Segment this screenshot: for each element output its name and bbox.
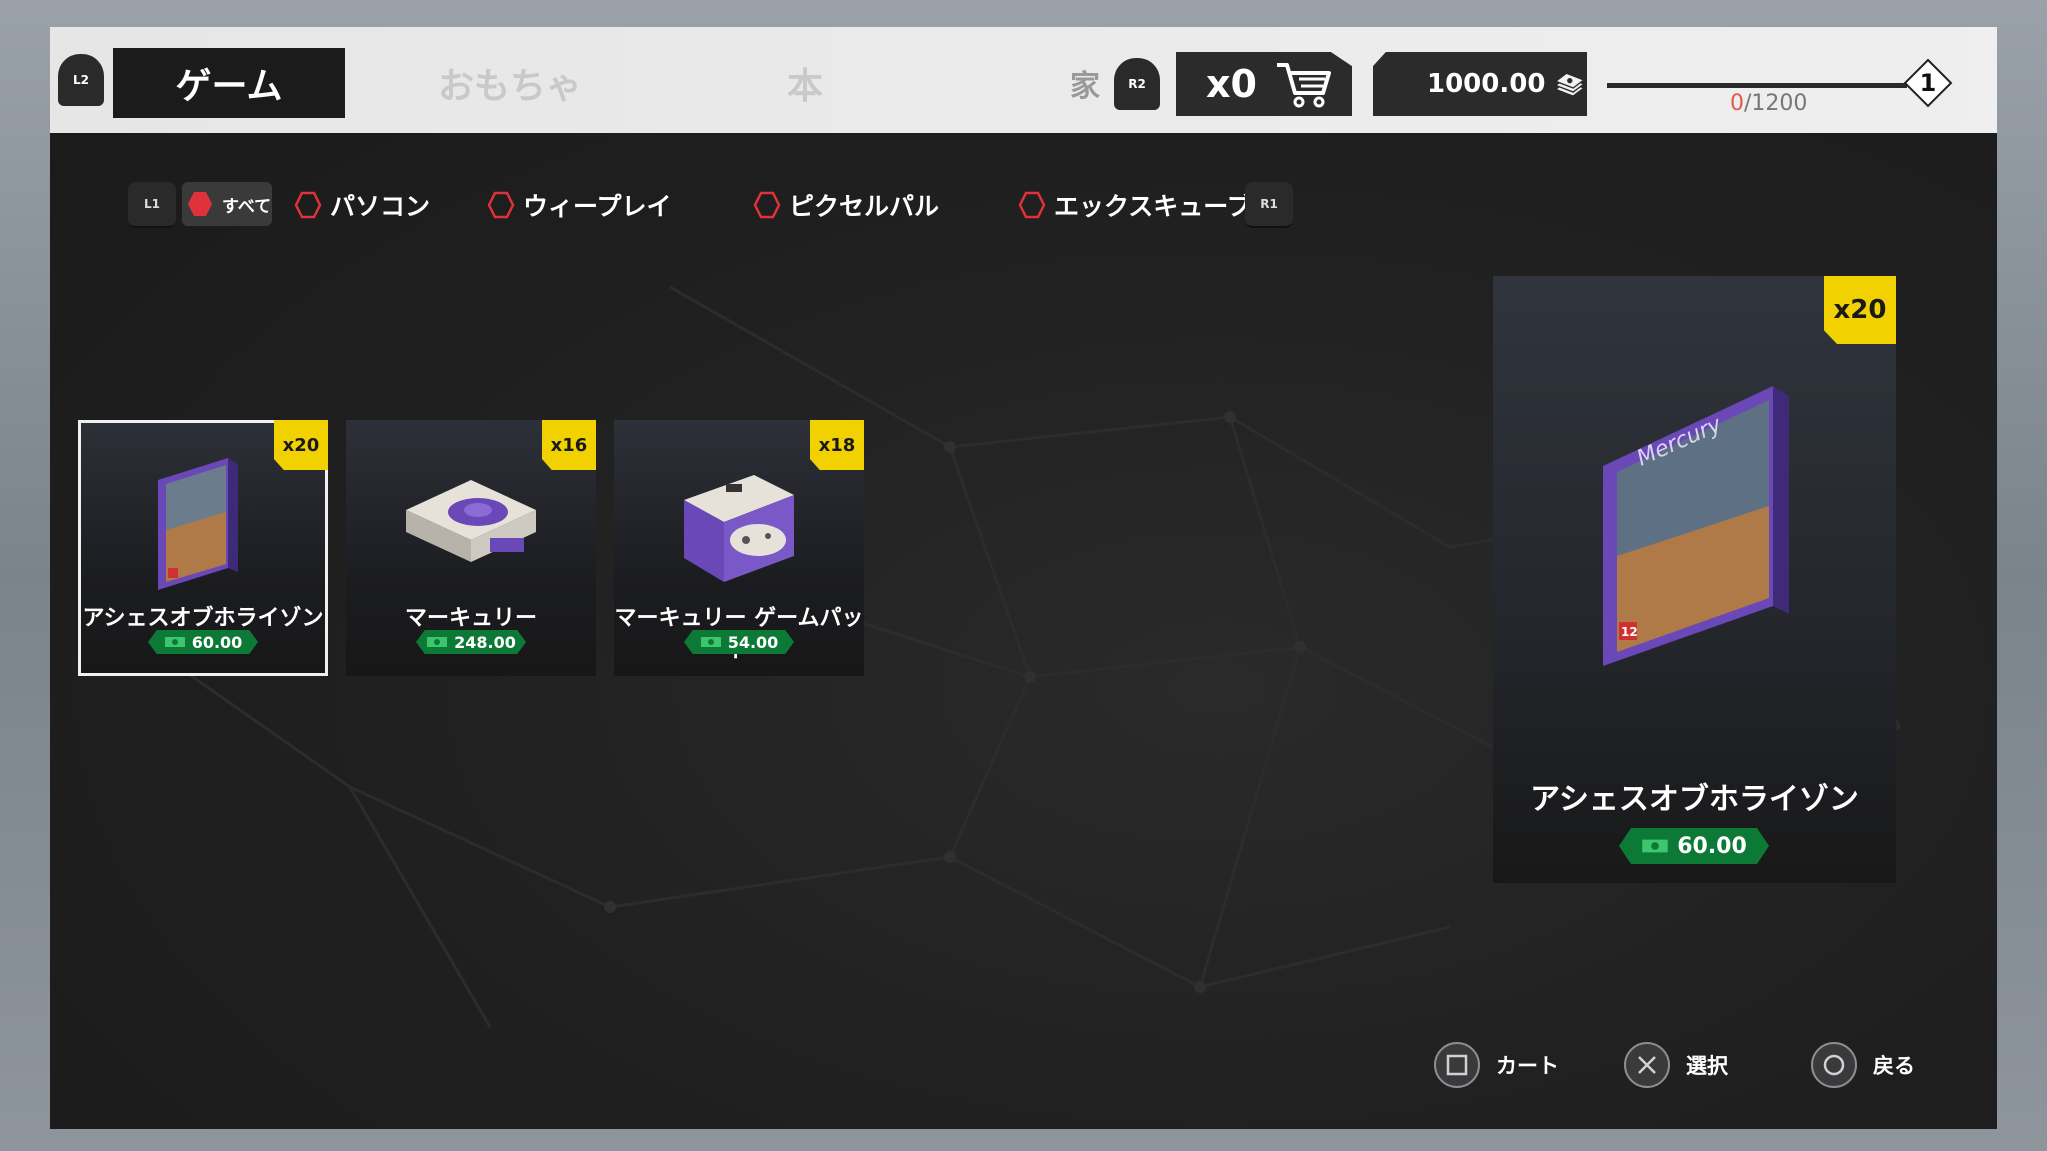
hexagon-outline-icon: [1018, 191, 1046, 219]
box-rating-text: 12: [1621, 625, 1638, 639]
product-card-mercury-gamepad[interactable]: x18 マーキュリー ゲームパッド 54.00: [614, 420, 864, 676]
circle-button-icon: [1811, 1042, 1857, 1088]
back-prompt[interactable]: 戻る: [1811, 1042, 1915, 1088]
select-prompt-label: 選択: [1686, 1054, 1728, 1078]
top-navigation-bar: L2 ゲーム おもちゃ 本 家 R2 x0 1000.00 0/1200 1: [50, 27, 1997, 133]
filter-pc[interactable]: パソコン: [294, 185, 430, 225]
price-value: 248.00: [454, 632, 516, 652]
square-button-icon: [1434, 1042, 1480, 1088]
cart-count: x0: [1206, 62, 1257, 106]
back-prompt-label: 戻る: [1873, 1054, 1915, 1078]
filter-label: ピクセルパル: [789, 192, 940, 221]
filter-all[interactable]: すべて: [182, 182, 272, 226]
game-box-icon: [158, 458, 238, 590]
money-display: 1000.00: [1373, 52, 1587, 116]
filter-all-label: すべて: [222, 196, 272, 217]
detail-price-tag: 60.00: [1619, 828, 1769, 864]
hexagon-outline-icon: [294, 191, 322, 219]
xp-progress-text: 0/1200: [1730, 91, 1808, 116]
store-screen: L2 ゲーム おもちゃ 本 家 R2 x0 1000.00 0/1200 1 L…: [50, 27, 1997, 1129]
price-value: 54.00: [727, 632, 779, 652]
cash-icon: [1642, 839, 1668, 853]
price-tag: 54.00: [684, 630, 794, 654]
select-prompt[interactable]: 選択: [1624, 1042, 1728, 1088]
tab-home[interactable]: 家: [1060, 48, 1110, 118]
cash-icon: [427, 637, 448, 647]
cart-counter[interactable]: x0: [1176, 52, 1352, 116]
r2-trigger-icon[interactable]: R2: [1114, 58, 1160, 110]
level-number: 1: [1919, 69, 1937, 97]
game-box-large-icon: Mercury 12: [1603, 386, 1789, 666]
cash-icon: [164, 637, 185, 647]
price-tag: 248.00: [416, 630, 526, 654]
xp-progress-bar: [1607, 83, 1907, 88]
detail-price-value: 60.00: [1677, 833, 1747, 859]
hexagon-filled-icon: [188, 192, 212, 216]
l1-button-icon[interactable]: L1: [128, 182, 176, 228]
hexagon-outline-icon: [487, 191, 515, 219]
product-detail-panel: x20 Mercury 12 アシェスオブホライゾン 60.00: [1493, 276, 1896, 883]
game-console-icon: [406, 480, 536, 562]
cross-button-icon: [1624, 1042, 1670, 1088]
level-badge: 1: [1903, 58, 1953, 108]
tab-games[interactable]: ゲーム: [113, 48, 345, 118]
money-amount: 1000.00: [1427, 69, 1546, 99]
tab-books[interactable]: 本: [750, 48, 860, 118]
product-card-ashes-of-horizon[interactable]: x20 アシェスオブホライゾン 60.00: [78, 420, 328, 676]
r1-button-icon[interactable]: R1: [1245, 182, 1293, 228]
product-name: アシェスオブホライゾン: [82, 606, 324, 631]
cash-stack-icon: [1554, 72, 1586, 97]
filter-label: パソコン: [330, 192, 431, 221]
filter-xcube[interactable]: エックスキューブ: [1018, 185, 1252, 225]
filter-weplay[interactable]: ウィープレイ: [487, 185, 672, 225]
gamepad-box-icon: [684, 475, 794, 582]
hexagon-outline-icon: [753, 191, 781, 219]
detail-stock-badge: x20: [1824, 276, 1896, 344]
cash-icon: [700, 637, 721, 647]
shopping-cart-icon: [1276, 63, 1331, 108]
product-name: マーキュリー: [404, 606, 537, 631]
detail-product-name: アシェスオブホライゾン: [1530, 782, 1859, 817]
filter-label: エックスキューブ: [1054, 192, 1252, 221]
price-value: 60.00: [191, 632, 243, 652]
tab-toys[interactable]: おもちゃ: [390, 48, 630, 118]
filter-label: ウィープレイ: [523, 192, 672, 221]
l2-trigger-icon[interactable]: L2: [58, 54, 104, 106]
product-card-mercury[interactable]: x16 マーキュリー 248.00: [346, 420, 596, 676]
filter-pixelpal[interactable]: ピクセルパル: [753, 185, 939, 225]
cart-prompt[interactable]: カート: [1434, 1042, 1559, 1088]
price-tag: 60.00: [148, 630, 258, 654]
cart-prompt-label: カート: [1496, 1054, 1559, 1078]
